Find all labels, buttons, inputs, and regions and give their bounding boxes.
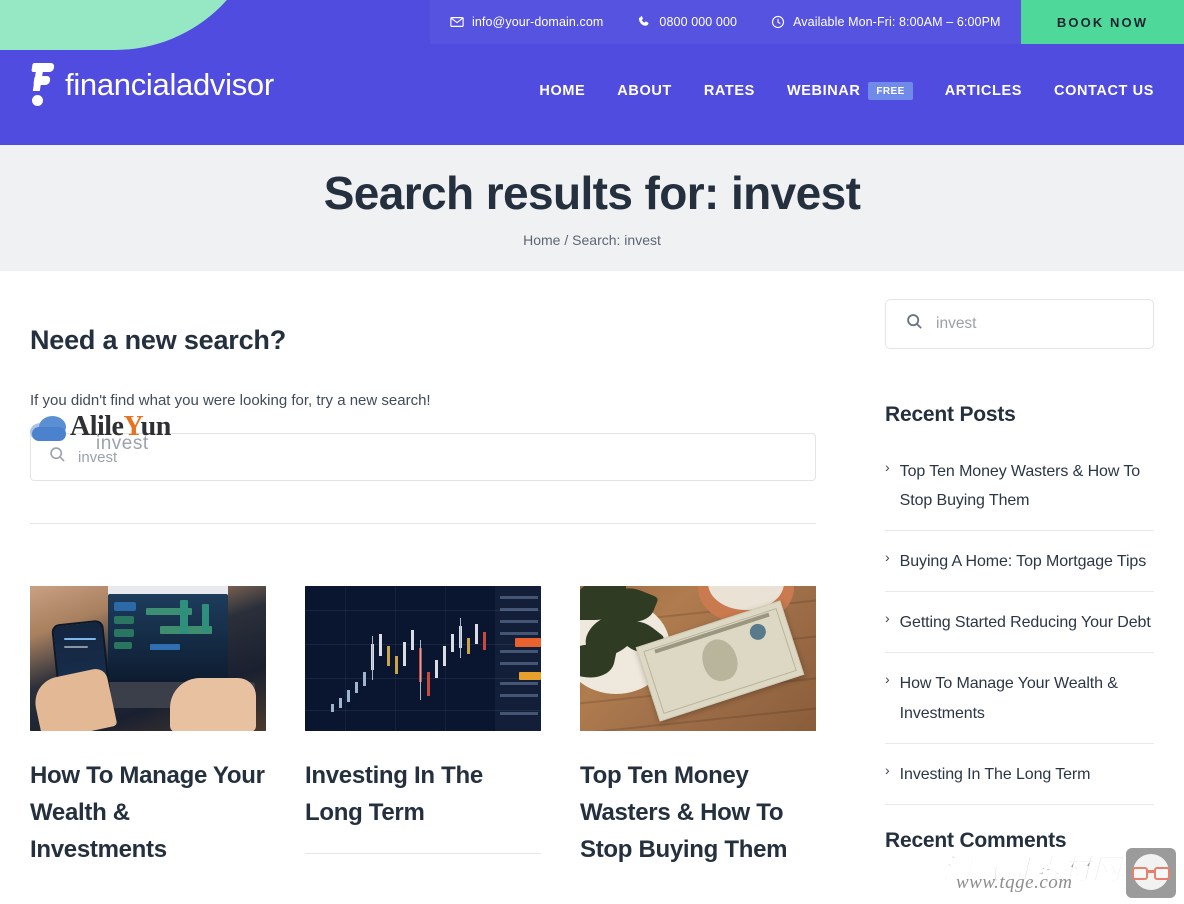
card-image-phone-trading xyxy=(30,586,266,731)
main-content: Need a new search? If you didn't find wh… xyxy=(30,271,820,869)
contact-phone[interactable]: 0800 000 000 xyxy=(637,15,737,29)
recent-comments-heading: Recent Comments xyxy=(885,828,1067,852)
sidebar: Recent Posts › Top Ten Money Wasters & H… xyxy=(885,271,1154,869)
nav-item-home[interactable]: HOME xyxy=(539,83,585,99)
tqge-watermark-url-text: www.tqge.com xyxy=(956,872,1073,893)
main-search-box[interactable] xyxy=(30,433,816,481)
sidebar-search-box[interactable] xyxy=(885,299,1154,349)
card-rule xyxy=(305,853,541,855)
search-icon xyxy=(49,446,66,468)
main-search-wrapper: AlileYun invest xyxy=(30,413,816,481)
breadcrumb-current: Search: invest xyxy=(572,232,661,249)
contact-hours: Available Mon-Fri: 8:00AM – 6:00PM xyxy=(771,15,1000,29)
nav-label-webinar: WEBINAR xyxy=(786,83,861,99)
nav-label-home: HOME xyxy=(539,83,586,99)
glasses-icon xyxy=(1131,867,1171,880)
card-title[interactable]: Investing In The Long Term xyxy=(305,757,541,831)
card-image-dollar-bill xyxy=(580,586,816,731)
recent-posts-heading: Recent Posts xyxy=(885,403,1016,426)
book-now-button[interactable]: BOOK NOW xyxy=(1021,0,1184,44)
contact-email-text: info@your-domain.com xyxy=(472,15,604,29)
nav-label-rates: RATES xyxy=(703,83,755,99)
search-icon xyxy=(906,313,923,335)
nav-badge-free: FREE xyxy=(868,82,913,100)
recent-post-title: Investing In The Long Term xyxy=(899,765,1091,783)
nav-item-about[interactable]: ABOUT xyxy=(617,83,672,99)
top-contact-bar: info@your-domain.com 0800 000 000 Availa… xyxy=(430,0,1184,44)
list-item[interactable]: › Top Ten Money Wasters & How To Stop Bu… xyxy=(885,445,1154,532)
clock-icon xyxy=(771,15,785,29)
page-title: Search results for: invest xyxy=(323,166,861,219)
recent-post-title: Buying A Home: Top Mortgage Tips xyxy=(899,553,1147,571)
main-search-input[interactable] xyxy=(78,434,815,480)
phone-icon xyxy=(637,15,651,29)
card-image-candlestick-chart xyxy=(305,586,541,731)
sidebar-search-input[interactable] xyxy=(936,300,1153,348)
contact-hours-text: Available Mon-Fri: 8:00AM – 6:00PM xyxy=(793,15,1001,29)
result-card[interactable]: Top Ten Money Wasters & How To Stop Buyi… xyxy=(580,586,816,869)
list-item[interactable]: › Buying A Home: Top Mortgage Tips xyxy=(885,531,1154,593)
logo-text: financialadvisor xyxy=(65,67,274,102)
nav-label-articles: ARTICLES xyxy=(944,83,1023,99)
chevron-right-icon: › xyxy=(885,459,890,475)
recent-post-title: How To Manage Your Wealth & Investments xyxy=(899,675,1118,722)
list-item[interactable]: › Investing In The Long Term xyxy=(885,744,1154,805)
card-title[interactable]: How To Manage Your Wealth & Investments xyxy=(30,757,266,869)
recent-post-title: Top Ten Money Wasters & How To Stop Buyi… xyxy=(899,463,1141,510)
contact-email[interactable]: info@your-domain.com xyxy=(450,15,603,29)
page-hero: Search results for: invest Home / Search… xyxy=(0,145,1184,271)
chevron-right-icon: › xyxy=(885,671,890,688)
chevron-right-icon: › xyxy=(885,761,890,778)
result-card[interactable]: Investing In The Long Term xyxy=(305,586,541,869)
nav-label-contact-us: CONTACT US xyxy=(1054,83,1154,99)
logo-f-mark-icon xyxy=(30,62,55,108)
recent-posts-list: › Top Ten Money Wasters & How To Stop Bu… xyxy=(885,445,1154,805)
card-title[interactable]: Top Ten Money Wasters & How To Stop Buyi… xyxy=(580,757,816,869)
envelope-icon xyxy=(450,15,464,29)
need-new-search-subtext: If you didn't find what you were looking… xyxy=(30,392,431,409)
main-navigation: HOME ABOUT RATES WEBINAR FREE ARTICLES C… xyxy=(539,82,1154,100)
list-item[interactable]: › How To Manage Your Wealth & Investment… xyxy=(885,653,1154,744)
chevron-right-icon: › xyxy=(885,549,890,566)
search-results-grid: How To Manage Your Wealth & Investments xyxy=(30,586,820,869)
nav-item-rates[interactable]: RATES xyxy=(704,83,755,99)
nav-item-articles[interactable]: ARTICLES xyxy=(945,83,1022,99)
result-card[interactable]: How To Manage Your Wealth & Investments xyxy=(30,586,266,869)
breadcrumb: Home / Search: invest xyxy=(523,232,661,248)
chevron-right-icon: › xyxy=(885,610,890,627)
need-new-search-heading: Need a new search? xyxy=(30,325,287,355)
nav-label-about: ABOUT xyxy=(617,83,672,99)
content-divider xyxy=(30,523,816,524)
contact-phone-text: 0800 000 000 xyxy=(659,15,738,29)
page-body: Need a new search? If you didn't find wh… xyxy=(0,271,1184,869)
nav-item-contact-us[interactable]: CONTACT US xyxy=(1054,83,1154,99)
recent-post-title: Getting Started Reducing Your Debt xyxy=(899,614,1151,632)
breadcrumb-home[interactable]: Home xyxy=(523,232,560,248)
list-item[interactable]: › Getting Started Reducing Your Debt xyxy=(885,592,1154,654)
site-logo[interactable]: financialadvisor xyxy=(30,62,274,108)
site-header: info@your-domain.com 0800 000 000 Availa… xyxy=(0,0,1184,145)
breadcrumb-separator: / xyxy=(560,232,573,249)
nav-item-webinar[interactable]: WEBINAR FREE xyxy=(787,82,913,100)
